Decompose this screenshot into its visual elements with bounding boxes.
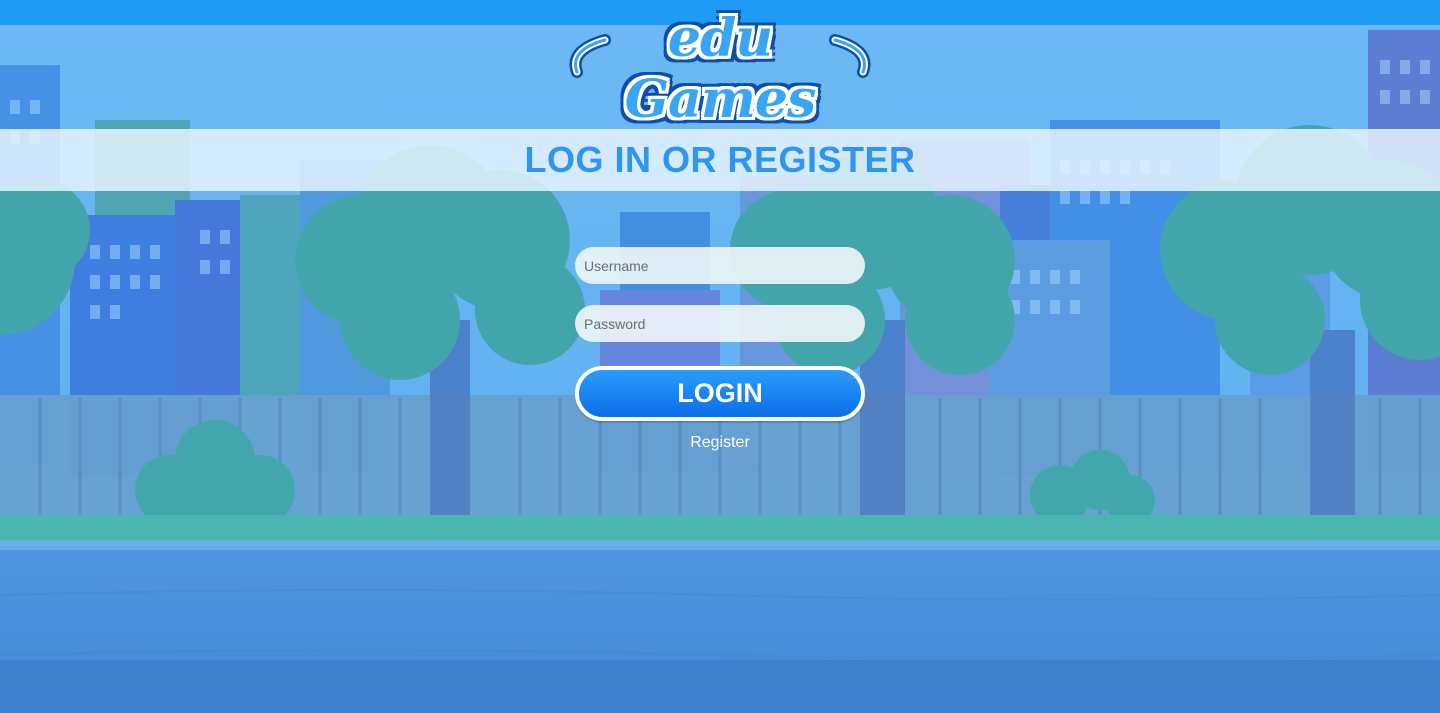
password-input[interactable] bbox=[575, 305, 865, 342]
login-button[interactable]: LOGIN bbox=[575, 366, 865, 421]
register-link[interactable]: Register bbox=[620, 434, 820, 452]
page-title: LOG IN OR REGISTER bbox=[524, 139, 916, 180]
edu-games-logo[interactable]: edu Games bbox=[565, 2, 875, 130]
title-band: LOG IN OR REGISTER bbox=[0, 129, 1440, 191]
logo-text: edu Games bbox=[624, 8, 816, 130]
username-input[interactable] bbox=[575, 247, 865, 284]
